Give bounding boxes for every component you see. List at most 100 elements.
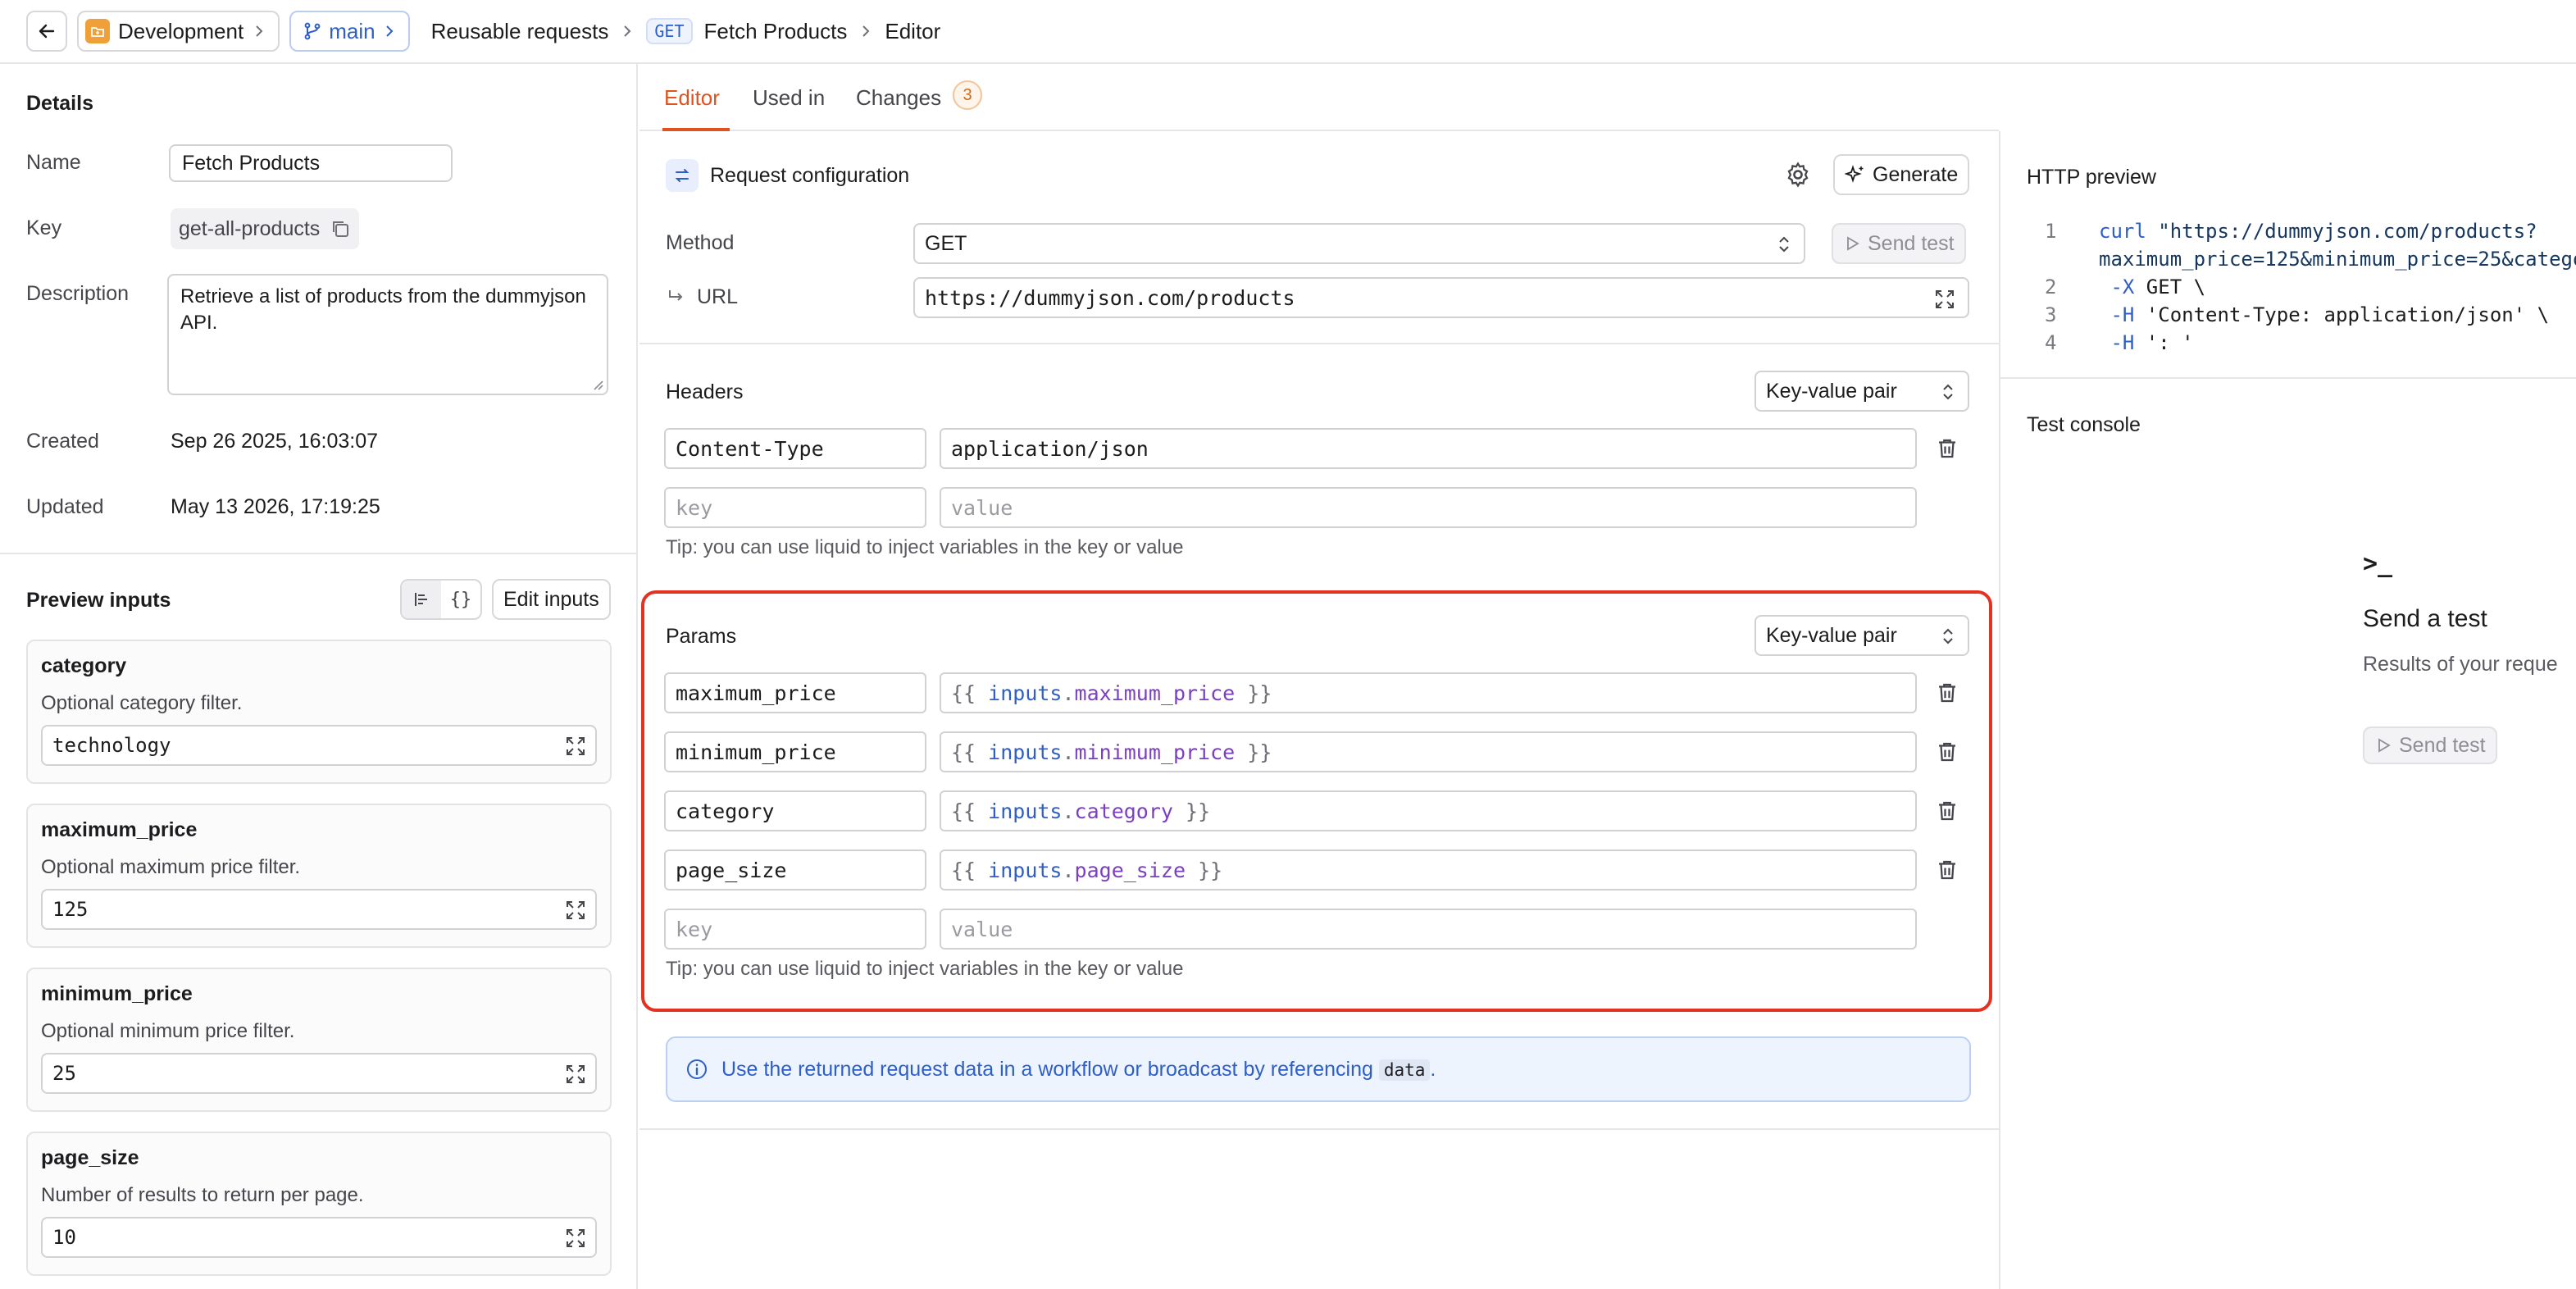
info-code: data xyxy=(1378,1059,1431,1081)
breadcrumb-reusable-requests[interactable]: Reusable requests xyxy=(431,19,609,44)
info-message: Use the returned request data in a workf… xyxy=(721,1057,1373,1081)
param-value-input[interactable]: {{ inputs. page_size }} xyxy=(940,849,1917,890)
expand-icon[interactable] xyxy=(564,1063,587,1086)
url-input[interactable]: https://dummyjson.com/products xyxy=(913,277,1969,318)
input-description: Optional minimum price filter. xyxy=(41,1020,295,1042)
json-view-toggle[interactable]: {} xyxy=(441,581,480,618)
code-line: -X GET \ xyxy=(2099,276,2205,298)
url-value: https://dummyjson.com/products xyxy=(925,285,1295,310)
input-value-field[interactable]: 25 xyxy=(41,1053,597,1094)
trash-icon[interactable] xyxy=(1935,858,1959,882)
key-label: Key xyxy=(26,216,62,239)
input-value: 10 xyxy=(52,1226,76,1249)
arrow-left-icon xyxy=(39,24,55,39)
preview-input-card: maximum_price Optional maximum price fil… xyxy=(26,804,612,948)
input-value-field[interactable]: technology xyxy=(41,725,597,766)
param-key-input-empty[interactable]: key xyxy=(664,909,926,950)
liquid-close: }} xyxy=(1186,799,1211,823)
copy-icon[interactable] xyxy=(330,218,351,239)
code-flag: -H xyxy=(2099,303,2135,326)
back-button[interactable] xyxy=(26,11,67,52)
headers-mode-select[interactable]: Key-value pair xyxy=(1755,371,1969,412)
method-select[interactable]: GET xyxy=(913,223,1805,264)
liquid-object: inputs xyxy=(988,740,1063,764)
resize-handle-icon[interactable] xyxy=(590,377,603,390)
tab-changes[interactable]: Changes xyxy=(856,85,941,111)
expand-icon[interactable] xyxy=(564,735,587,758)
play-icon xyxy=(2378,738,2391,753)
header-key-input-empty[interactable]: key xyxy=(664,487,926,528)
test-console-title: Test console xyxy=(2027,413,2141,436)
header-value-input[interactable]: application/json xyxy=(940,428,1917,469)
expand-icon[interactable] xyxy=(1933,288,1956,311)
params-title: Params xyxy=(666,625,737,648)
headers-title: Headers xyxy=(666,380,744,403)
send-test-heading: Send a test xyxy=(2363,605,2487,632)
liquid-close: }} xyxy=(1247,740,1272,764)
sparkles-icon xyxy=(1845,165,1864,183)
header-key: Content-Type xyxy=(676,436,824,461)
param-key: minimum_price xyxy=(676,740,836,764)
chevron-right-icon xyxy=(862,25,870,37)
param-key-input[interactable]: minimum_price xyxy=(664,731,926,772)
method-label: Method xyxy=(666,231,735,254)
trash-icon[interactable] xyxy=(1935,740,1959,764)
terminal-icon: >_ xyxy=(2363,549,2393,578)
divider xyxy=(2000,377,2576,379)
line-number: 2 xyxy=(2045,276,2057,298)
console-send-test-button[interactable]: Send test xyxy=(2363,726,2497,764)
expand-icon[interactable] xyxy=(564,1227,587,1250)
gear-icon[interactable] xyxy=(1784,161,1812,189)
chevron-right-icon xyxy=(256,25,263,37)
preview-panel: HTTP preview 1 curl "https://dummyjson.c… xyxy=(2000,64,2576,1289)
liquid-open: {{ xyxy=(951,858,976,882)
param-value-input[interactable]: {{ inputs. maximum_price }} xyxy=(940,672,1917,713)
liquid-open: {{ xyxy=(951,681,976,705)
input-value-field[interactable]: 10 xyxy=(41,1217,597,1258)
json-view-label: {} xyxy=(449,589,472,610)
details-title: Details xyxy=(26,92,93,115)
edit-inputs-button[interactable]: Edit inputs xyxy=(492,579,611,620)
code-line: -H ': ' xyxy=(2099,331,2193,354)
updated-value: May 13 2026, 17:19:25 xyxy=(171,495,380,518)
branch-selector[interactable]: main xyxy=(289,11,410,52)
param-key-input[interactable]: maximum_price xyxy=(664,672,926,713)
form-view-toggle[interactable] xyxy=(402,581,441,618)
updated-label: Updated xyxy=(26,495,104,518)
param-value-input[interactable]: {{ inputs. minimum_price }} xyxy=(940,731,1917,772)
params-mode-select[interactable]: Key-value pair xyxy=(1755,615,1969,656)
liquid-object: inputs xyxy=(988,681,1063,705)
liquid-property: minimum_price xyxy=(1074,740,1236,764)
liquid-open: {{ xyxy=(951,740,976,764)
header-value-input-empty[interactable]: value xyxy=(940,487,1917,528)
code-flag: -H xyxy=(2099,331,2135,354)
name-value: Fetch Products xyxy=(182,151,321,175)
breadcrumb-current: Editor xyxy=(885,18,941,43)
name-input[interactable]: Fetch Products xyxy=(169,144,453,182)
liquid-property: category xyxy=(1074,799,1173,823)
environment-selector[interactable]: Development xyxy=(77,11,280,52)
line-number: 1 xyxy=(2045,220,2057,243)
description-textarea[interactable]: Retrieve a list of products from the dum… xyxy=(167,274,608,395)
trash-icon[interactable] xyxy=(1935,681,1959,705)
method-badge: GET xyxy=(646,18,693,44)
input-value-field[interactable]: 125 xyxy=(41,889,597,930)
param-key-input[interactable]: category xyxy=(664,790,926,831)
tab-used-in[interactable]: Used in xyxy=(753,85,825,111)
tab-editor[interactable]: Editor xyxy=(664,85,720,111)
generate-button[interactable]: Generate xyxy=(1833,154,1970,195)
breadcrumb-request-name[interactable]: Fetch Products xyxy=(704,19,848,44)
created-value: Sep 26 2025, 16:03:07 xyxy=(171,430,379,453)
chevron-up-down-icon xyxy=(1943,628,1953,644)
param-value-input[interactable]: {{ inputs. category }} xyxy=(940,790,1917,831)
trash-icon[interactable] xyxy=(1935,436,1959,461)
arrows-exchange-icon xyxy=(666,159,699,192)
header-key-input[interactable]: Content-Type xyxy=(664,428,926,469)
send-test-button[interactable]: Send test xyxy=(1832,223,1966,264)
param-key-input[interactable]: page_size xyxy=(664,849,926,890)
param-value-input-empty[interactable]: value xyxy=(940,909,1917,950)
trash-icon[interactable] xyxy=(1935,799,1959,823)
value-placeholder: value xyxy=(951,495,1013,520)
liquid-property: maximum_price xyxy=(1074,681,1236,705)
expand-icon[interactable] xyxy=(564,899,587,922)
